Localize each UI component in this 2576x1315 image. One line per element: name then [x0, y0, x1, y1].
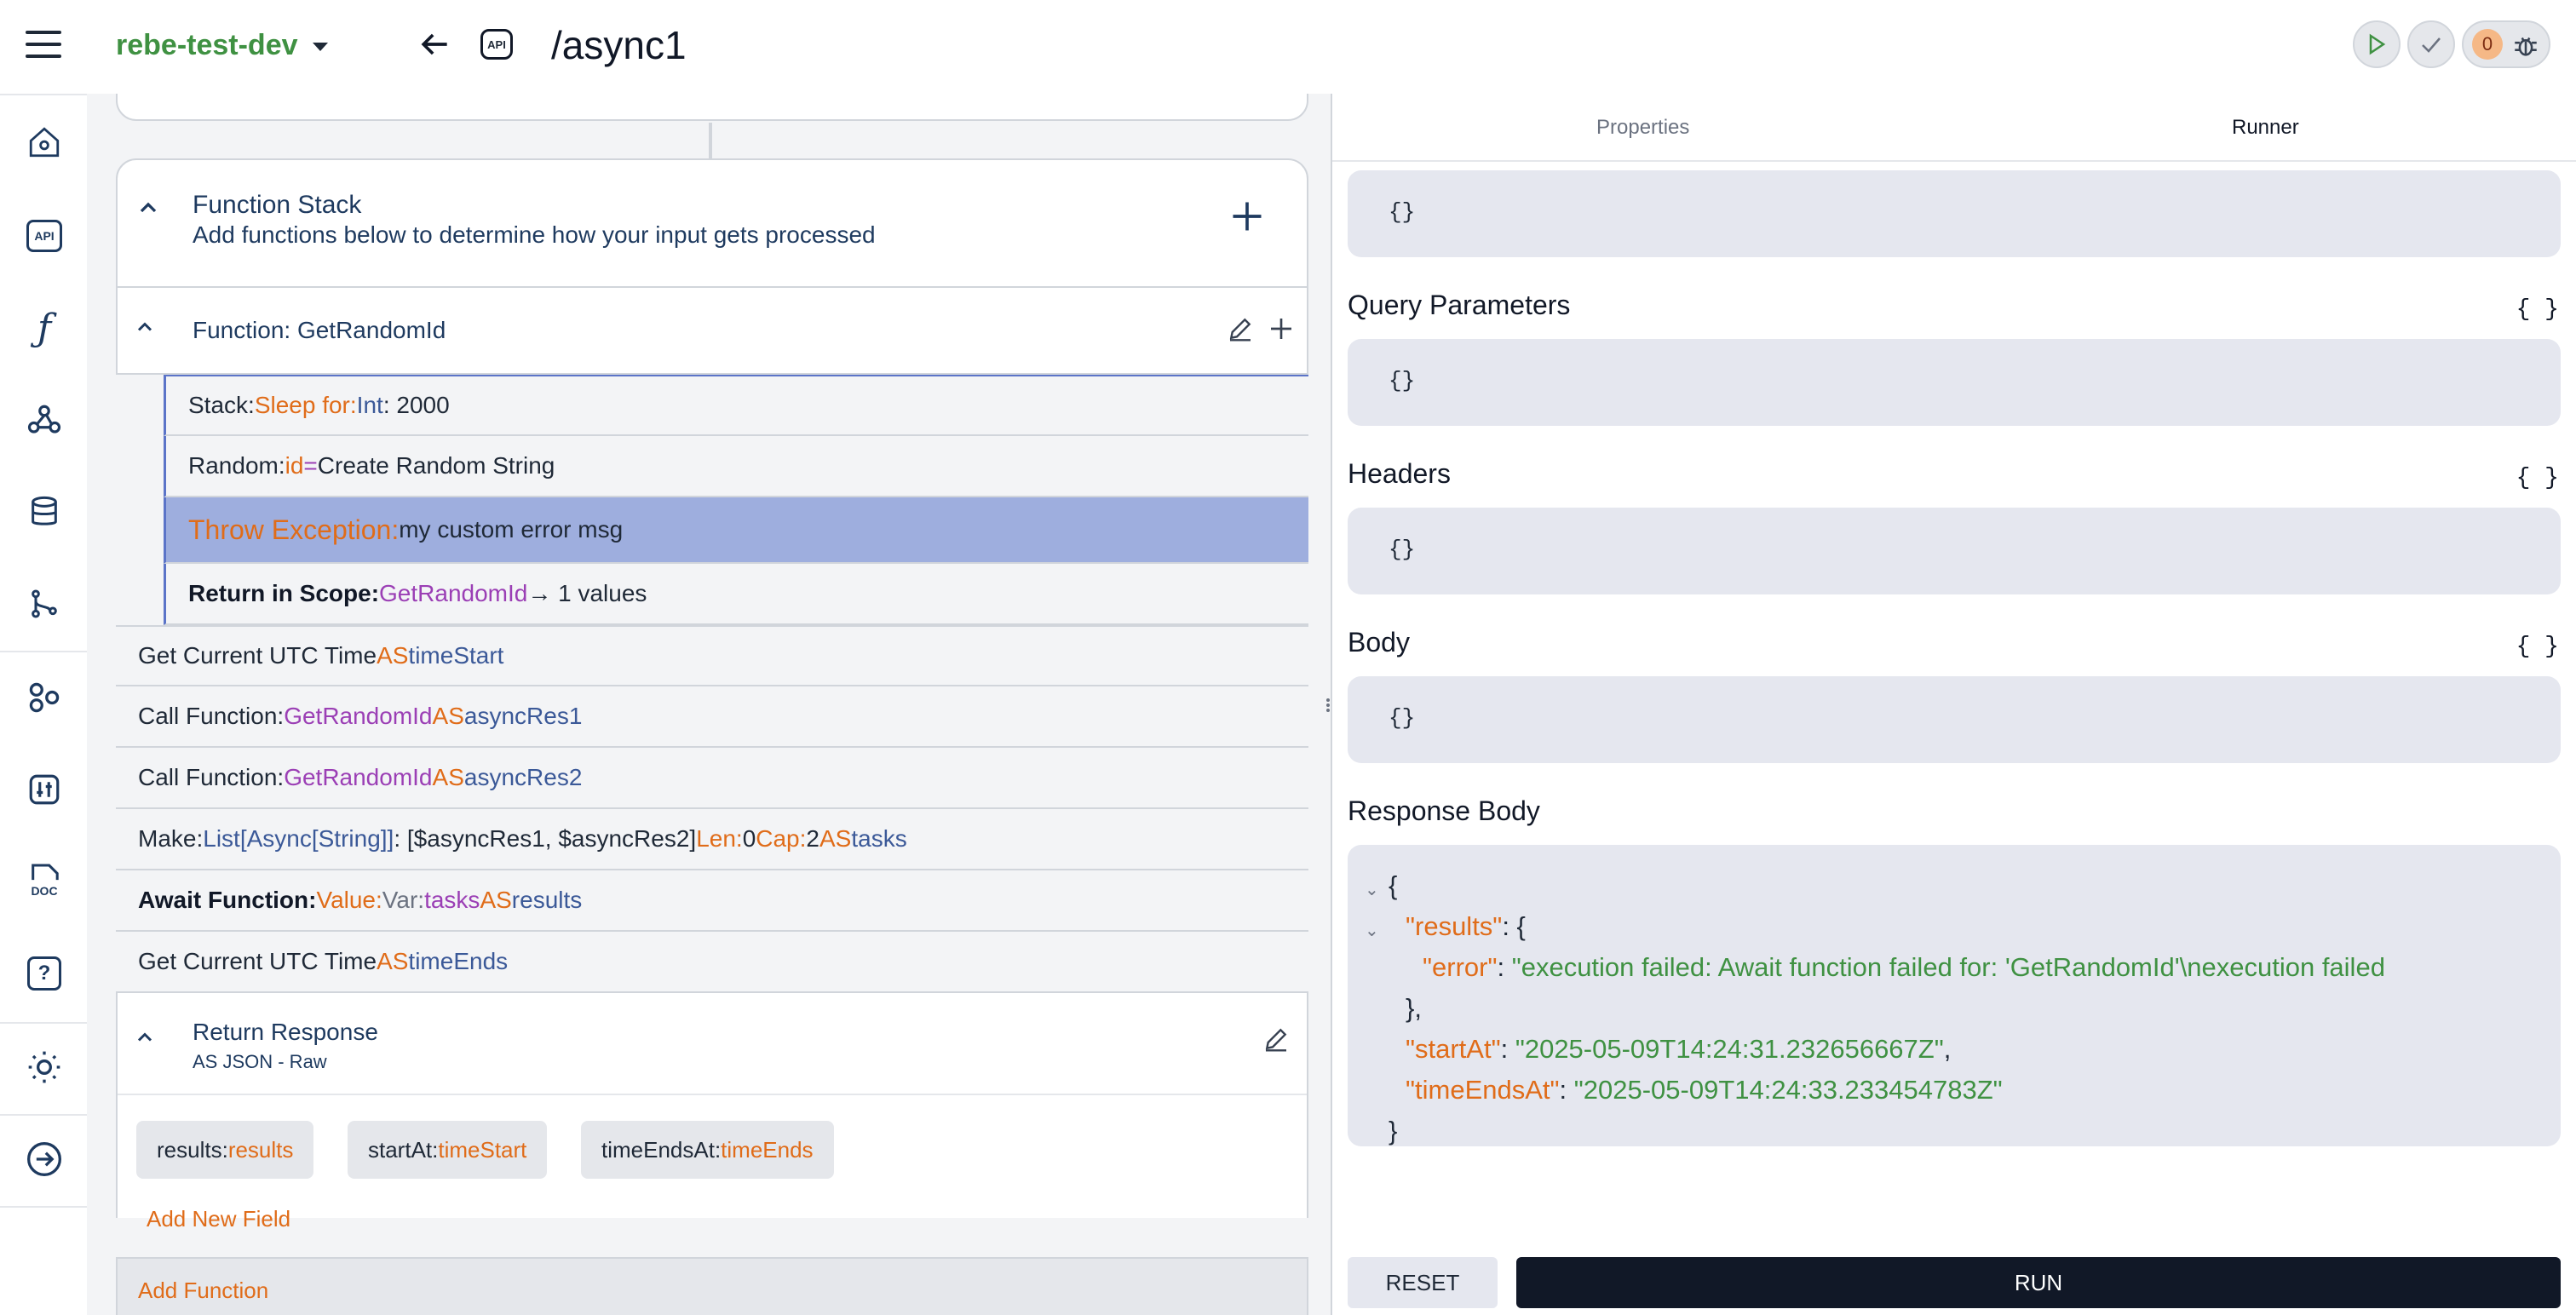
fold-chevron-icon[interactable]: ⌄ [1365, 879, 1379, 900]
home-icon[interactable] [23, 121, 66, 164]
reset-button[interactable]: RESET [1348, 1257, 1498, 1308]
run-button[interactable]: RUN [1516, 1257, 2561, 1308]
response-field-chip[interactable]: results: results [136, 1121, 314, 1179]
json-line-results: "results": { [1406, 911, 1526, 941]
body-label: Body [1348, 627, 1410, 658]
query-params-label: Query Parameters [1348, 290, 1571, 320]
return-response-title: Return Response [193, 1019, 378, 1045]
edit-pencil-icon[interactable] [1262, 1025, 1290, 1057]
headers-braces-icon[interactable]: { } [2516, 465, 2559, 491]
project-name: rebe-test-dev [116, 29, 298, 61]
play-icon [2369, 33, 2386, 55]
bug-icon [2515, 37, 2537, 56]
json-line-close: }, [1406, 993, 1422, 1023]
fold-chevron-icon[interactable]: ⌄ [1365, 920, 1379, 941]
tab-runner[interactable]: Runner [2232, 116, 2299, 140]
step-row[interactable]: Call Function: GetRandomId AS asyncRes1 [116, 686, 1308, 748]
json-line-timeendsat: "timeEndsAt": "2025-05-09T14:24:33.23345… [1406, 1075, 2003, 1105]
sidebar: API ƒ DOC ? [0, 0, 89, 1315]
branch-icon[interactable] [23, 583, 66, 625]
function-stack-subtitle: Add functions below to determine how you… [193, 221, 876, 248]
query-params-editor[interactable]: {} [1348, 339, 2561, 426]
function-block-title: Function: GetRandomId [193, 317, 446, 343]
headers-label: Headers [1348, 458, 1451, 489]
response-field-chip[interactable]: timeEndsAt: timeEnds [581, 1121, 834, 1179]
response-body-viewer: ⌄ { ⌄ "results": { "error": "execution f… [1348, 845, 2561, 1146]
runner-panel: Properties Runner {} Query Parameters { … [1331, 94, 2576, 1315]
database-icon[interactable] [23, 491, 66, 533]
path-params-editor[interactable]: {} [1348, 170, 2561, 257]
step-row[interactable]: Make: List[Async[String]]: [$asyncRes1, … [116, 809, 1308, 870]
step-row[interactable]: Call Function: GetRandomId AS asyncRes2 [116, 748, 1308, 809]
add-new-field-link[interactable]: Add New Field [147, 1206, 290, 1232]
check-icon [2422, 37, 2441, 53]
theme-icon[interactable] [23, 1046, 66, 1088]
collapse-chevron-icon[interactable] [133, 1025, 157, 1054]
tab-underline [1332, 160, 2576, 162]
return-in-scope-row[interactable]: Return in Scope: GetRandomId → 1 values [164, 564, 1308, 625]
body-braces-icon[interactable]: { } [2516, 634, 2559, 660]
tab-properties[interactable]: Properties [1596, 116, 1689, 140]
components-icon[interactable] [23, 676, 66, 719]
json-line-startat: "startAt": "2025-05-09T14:24:31.23265666… [1406, 1034, 1952, 1064]
play-button[interactable] [2353, 20, 2401, 68]
response-field-chip[interactable]: startAt: timeStart [348, 1121, 548, 1179]
divider [118, 1094, 1307, 1095]
collapse-chevron-icon[interactable] [133, 315, 157, 343]
api-icon[interactable]: API [23, 215, 66, 257]
endpoint-path: /async1 [551, 23, 687, 67]
doc-icon[interactable]: DOC [23, 860, 66, 903]
response-body-label: Response Body [1348, 795, 1540, 826]
add-function-bar[interactable]: Add Function [116, 1257, 1308, 1315]
add-function-label: Add Function [138, 1278, 269, 1303]
body-editor[interactable]: {} [1348, 676, 2561, 763]
query-braces-icon[interactable]: { } [2516, 296, 2559, 323]
throw-exception-row[interactable]: Throw Exception: my custom error msg [164, 497, 1308, 564]
return-response-card: Return Response AS JSON - Raw [116, 993, 1308, 1218]
menu-icon[interactable] [26, 31, 61, 58]
function-stack-title: Function Stack [193, 191, 362, 219]
top-bar: rebe-test-dev API /async1 0 [87, 0, 2576, 95]
function-block-header: Function: GetRandomId [116, 288, 1308, 375]
connector-line [709, 123, 712, 158]
counter-badge: 0 [2472, 29, 2503, 60]
project-selector[interactable]: rebe-test-dev [116, 29, 328, 62]
step-row[interactable]: Await Function: Value: Var: tasks AS res… [116, 870, 1308, 932]
collapse-chevron-icon[interactable] [135, 194, 162, 226]
add-function-plus-icon[interactable] [1228, 198, 1266, 239]
return-response-subtitle: AS JSON - Raw [193, 1051, 327, 1072]
stack-sleep-row[interactable]: Stack: Sleep for: Int: 2000 [164, 375, 1308, 436]
json-line-end: } [1389, 1116, 1398, 1146]
logout-icon[interactable] [23, 1138, 66, 1180]
step-row[interactable]: Get Current UTC Time AS timeStart [116, 625, 1308, 686]
function-icon[interactable]: ƒ [23, 307, 66, 350]
help-icon[interactable]: ? [23, 952, 66, 995]
input-card [116, 94, 1308, 121]
api-badge-icon: API [480, 29, 513, 60]
json-line-error: "error": "execution failed: Await functi… [1423, 952, 2385, 982]
add-plus-icon[interactable] [1268, 315, 1295, 347]
back-arrow-icon[interactable] [416, 26, 453, 63]
webhook-icon[interactable] [23, 399, 66, 441]
debug-button[interactable]: 0 [2462, 20, 2550, 68]
chevron-down-icon [312, 43, 328, 52]
edit-pencil-icon[interactable] [1227, 315, 1254, 347]
function-stack-header: Function Stack Add functions below to de… [116, 158, 1308, 288]
step-row[interactable]: Get Current UTC Time AS timeEnds [116, 932, 1308, 993]
check-button[interactable] [2407, 20, 2455, 68]
headers-editor[interactable]: {} [1348, 508, 2561, 594]
random-string-row[interactable]: Random: id = Create Random String [164, 436, 1308, 497]
tools-icon[interactable] [23, 768, 66, 811]
function-editor: Function Stack Add functions below to de… [87, 94, 1331, 1315]
